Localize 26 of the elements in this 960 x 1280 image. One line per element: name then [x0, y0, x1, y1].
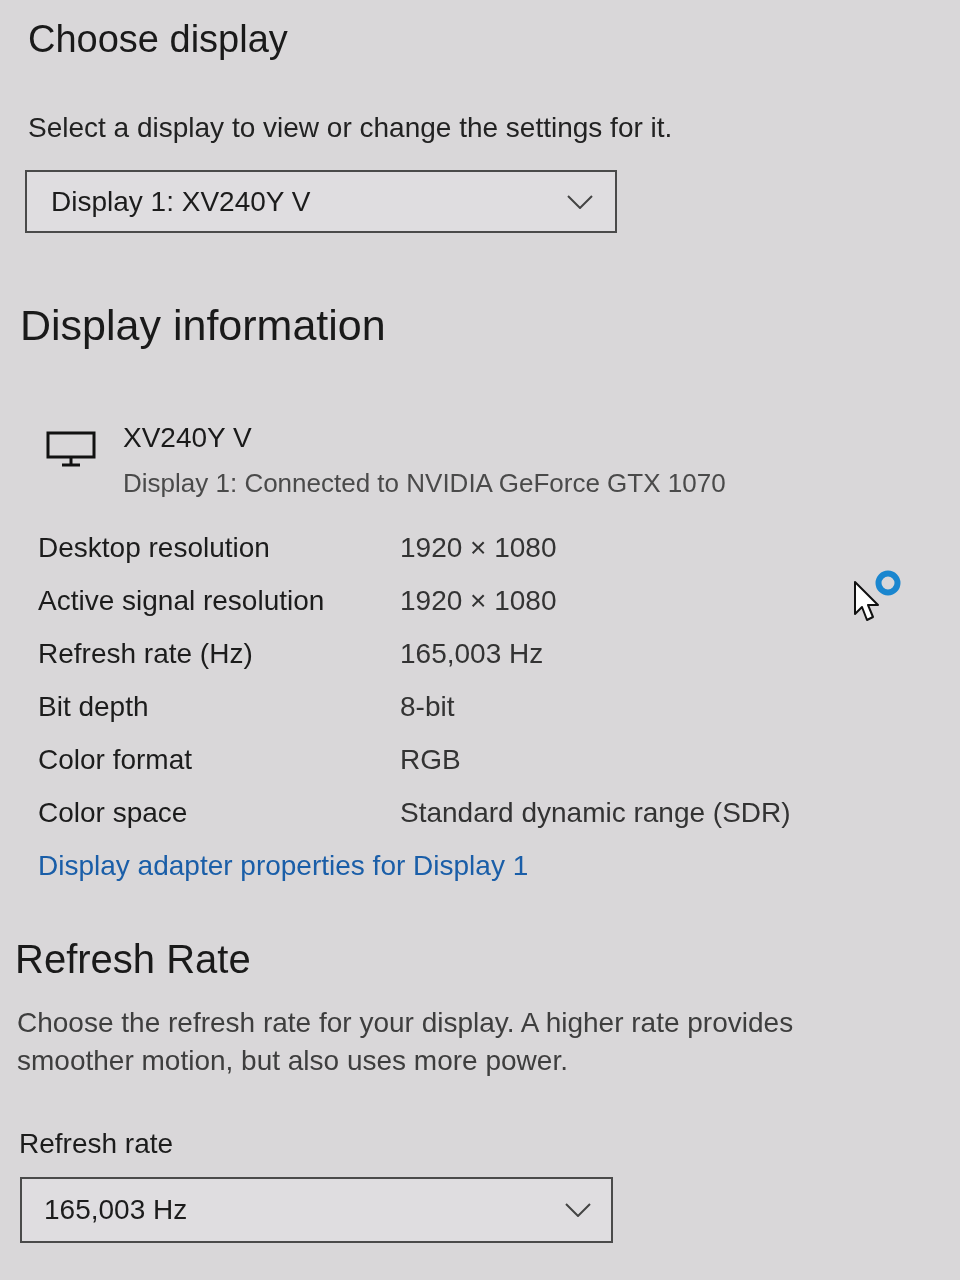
- property-label: Desktop resolution: [38, 530, 271, 565]
- property-value: 8-bit: [400, 689, 455, 724]
- connection-text: Display 1: Connected to NVIDIA GeForce GTX 1070: [123, 467, 726, 500]
- section-heading: Display information: [20, 300, 386, 351]
- section-description: Select a display to view or change the settings for it.: [28, 111, 673, 145]
- chevron-down-icon: [565, 1203, 591, 1217]
- field-label: Refresh rate: [19, 1127, 174, 1161]
- property-value: RGB: [400, 742, 461, 777]
- property-label: Color space: [38, 795, 189, 830]
- property-label: Active signal resolution: [38, 583, 326, 618]
- monitor-icon: [46, 431, 96, 467]
- property-value: Standard dynamic range (SDR): [400, 795, 791, 830]
- property-label: Color format: [38, 742, 194, 777]
- section-description: Choose the refresh rate for your display. A higher rate provides smoother motion, but also uses more power.: [17, 1006, 795, 1078]
- adapter-properties-link[interactable]: Display adapter properties for Display 1: [38, 848, 529, 883]
- property-label: Bit depth: [38, 689, 150, 724]
- display-dropdown[interactable]: Display 1: XV240Y V: [25, 170, 617, 233]
- refresh-rate-dropdown[interactable]: 165,003 Hz: [20, 1177, 613, 1243]
- property-value: 165,003 Hz: [400, 636, 544, 671]
- section-heading: Refresh Rate: [15, 936, 251, 983]
- property-value: 1920 × 1080: [400, 583, 557, 618]
- monitor-name: XV240Y V: [123, 421, 252, 455]
- chevron-down-icon: [567, 194, 593, 209]
- property-label: Refresh rate (Hz): [38, 636, 254, 671]
- section-heading: Choose display: [28, 17, 288, 62]
- property-value: 1920 × 1080: [400, 530, 557, 565]
